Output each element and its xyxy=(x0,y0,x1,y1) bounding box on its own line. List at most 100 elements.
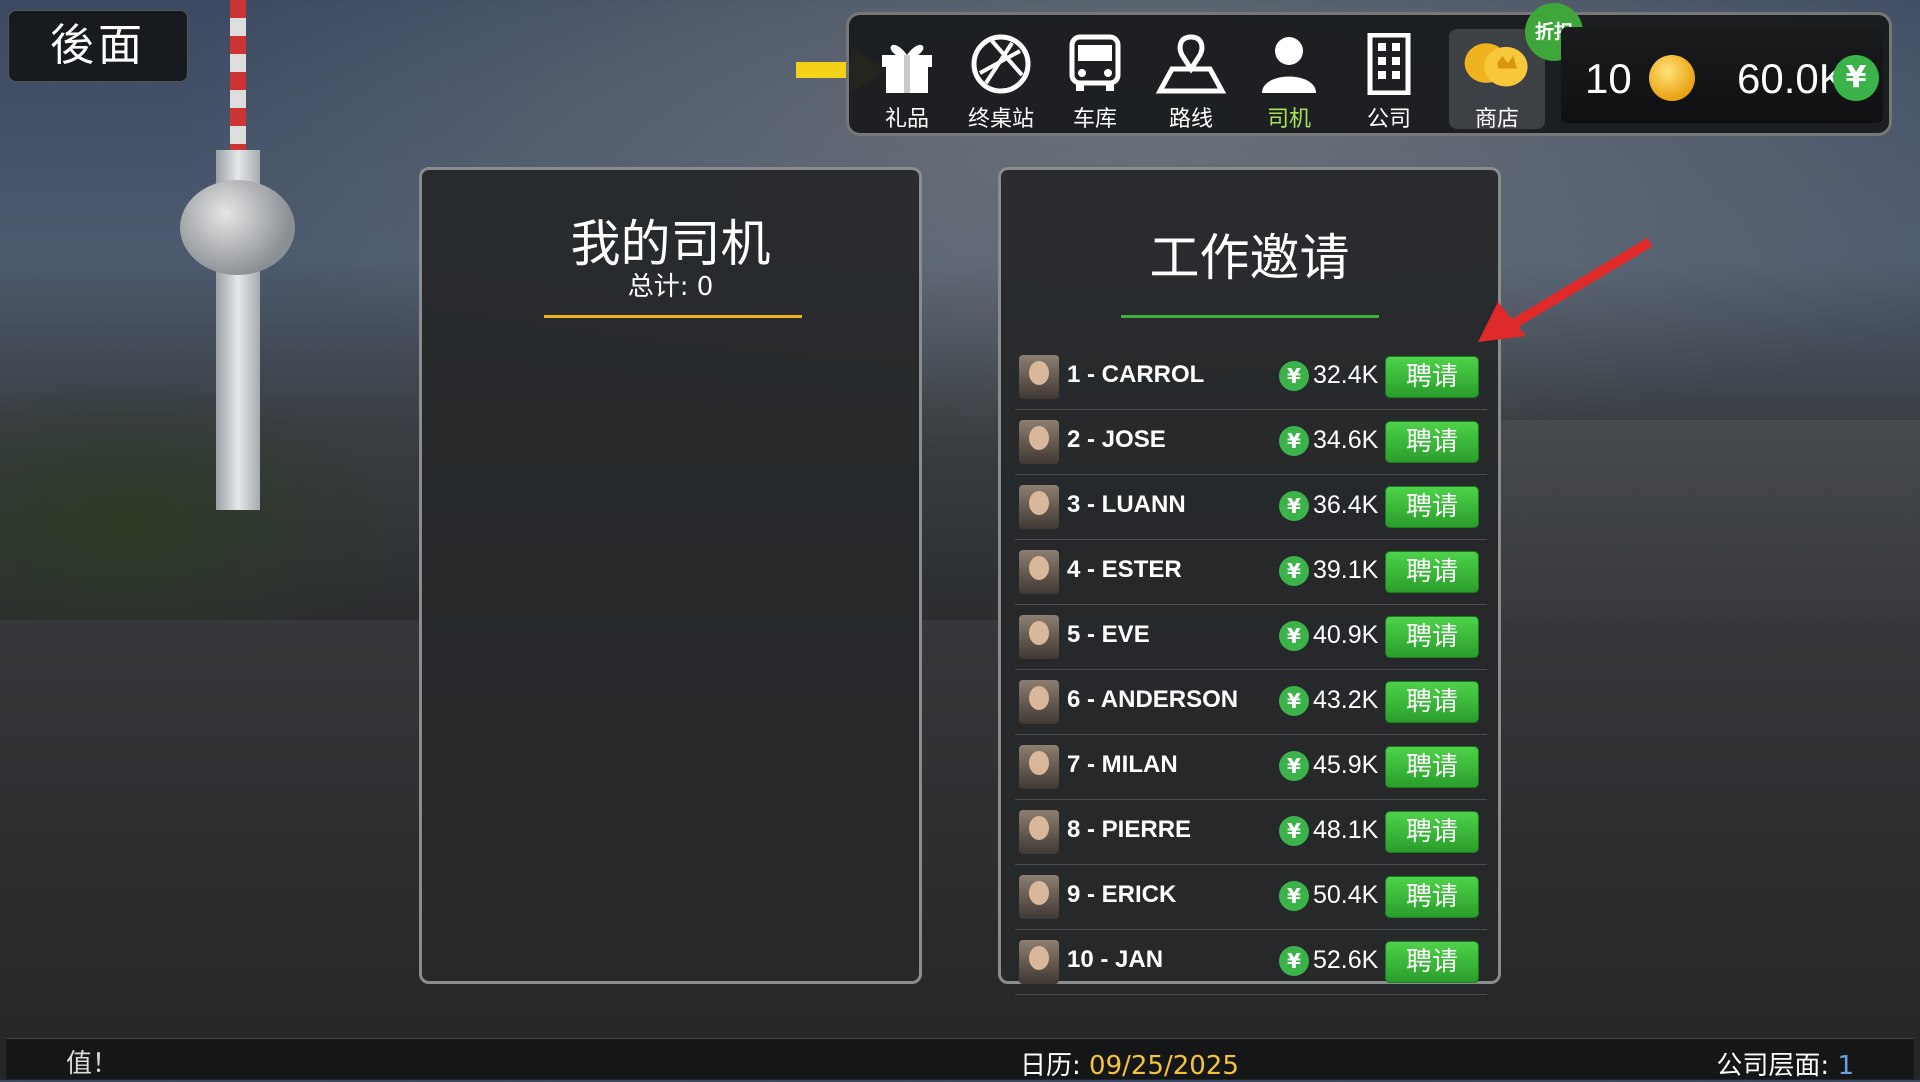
company-building-icon xyxy=(1353,29,1425,99)
yen-icon: ¥ xyxy=(1833,55,1879,101)
drivers-total: 总计: 0 xyxy=(627,272,714,302)
hire-button[interactable]: 聘请 xyxy=(1385,421,1479,463)
company-level-value: 1 xyxy=(1837,1051,1854,1081)
hire-button[interactable]: 聘请 xyxy=(1385,486,1479,528)
driver-salary: 43.2K xyxy=(1313,686,1379,714)
job-offer-row: 6 - ANDERSON ¥43.2K 聘请 xyxy=(1015,670,1487,735)
hire-button[interactable]: 聘请 xyxy=(1385,681,1479,723)
nav-label: 礼品 xyxy=(884,107,929,132)
gift-icon xyxy=(871,29,943,99)
currency-display: 10 60.0K ¥ xyxy=(1561,27,1883,123)
yen-icon: ¥ xyxy=(1279,621,1309,651)
driver-name: 5 - EVE xyxy=(1067,621,1150,648)
yen-icon: ¥ xyxy=(1279,361,1309,391)
job-offers-title: 工作邀请 xyxy=(1149,229,1350,287)
company-level-display: 公司层面: 1 xyxy=(1716,1045,1854,1082)
driver-name: 9 - ERICK xyxy=(1067,881,1177,908)
status-bar: 值！ 日历: 09/25/2025 公司层面: 1 xyxy=(6,1038,1914,1082)
hire-button[interactable]: 聘请 xyxy=(1385,941,1479,983)
driver-avatar xyxy=(1019,940,1059,984)
ground-background xyxy=(0,620,1920,1080)
hire-button[interactable]: 聘请 xyxy=(1385,876,1479,918)
nav-gift[interactable]: 礼品 xyxy=(861,29,953,137)
nav-label: 终桌站 xyxy=(967,107,1034,132)
job-offer-row: 2 - JOSE ¥34.6K 聘请 xyxy=(1015,410,1487,475)
panel-divider xyxy=(544,315,802,318)
money-balance: 60.0K xyxy=(1737,55,1847,102)
driver-avatar xyxy=(1019,875,1059,919)
back-button[interactable]: 後面 xyxy=(8,10,188,82)
driver-salary: 45.9K xyxy=(1313,751,1379,779)
driver-name: 4 - ESTER xyxy=(1067,556,1182,583)
hire-button[interactable]: 聘请 xyxy=(1385,356,1479,398)
hire-button[interactable]: 聘请 xyxy=(1385,811,1479,853)
nav-label: 车库 xyxy=(1072,107,1117,132)
driver-salary: 32.4K xyxy=(1313,361,1379,389)
job-offers-panel: 工作邀请 1 - CARROL ¥32.4K 聘请 2 - JOSE ¥34.6K 聘请 3… xyxy=(998,167,1501,995)
driver-name: 1 - CARROL xyxy=(1067,361,1205,388)
panel-divider xyxy=(1121,315,1379,318)
nav-drivers[interactable]: 司机 xyxy=(1243,29,1335,137)
nav-label: 商店 xyxy=(1474,107,1519,132)
driver-avatar xyxy=(1019,355,1059,399)
nav-label: 公司 xyxy=(1366,107,1411,132)
job-offer-row: 9 - ERICK ¥50.4K 聘请 xyxy=(1015,865,1487,930)
calendar-label: 日历: xyxy=(1020,1051,1090,1081)
nav-garage[interactable]: 车库 xyxy=(1049,29,1141,137)
driver-salary: 40.9K xyxy=(1313,621,1379,649)
nav-terminal[interactable]: 终桌站 xyxy=(955,29,1047,137)
yen-icon: ¥ xyxy=(1279,426,1309,456)
driver-avatar xyxy=(1019,680,1059,724)
bus-icon xyxy=(1059,29,1131,99)
job-offer-row: 3 - LUANN ¥36.4K 聘请 xyxy=(1015,475,1487,540)
driver-salary: 48.1K xyxy=(1313,816,1379,844)
yen-icon: ¥ xyxy=(1279,686,1309,716)
nav-label: 司机 xyxy=(1266,107,1311,132)
nav-company[interactable]: 公司 xyxy=(1343,29,1435,137)
driver-avatar xyxy=(1019,485,1059,529)
tv-tower-background xyxy=(180,0,295,560)
company-level-label: 公司层面: xyxy=(1716,1051,1838,1081)
nav-label: 路线 xyxy=(1168,107,1213,132)
driver-salary: 36.4K xyxy=(1313,491,1379,519)
coin-balance: 10 xyxy=(1585,55,1632,102)
hire-button[interactable]: 聘请 xyxy=(1385,551,1479,593)
job-offer-row: 10 - JAN ¥52.6K 聘请 xyxy=(1015,930,1487,995)
coins-icon xyxy=(1461,29,1533,99)
driver-salary: 50.4K xyxy=(1313,881,1379,909)
yen-icon: ¥ xyxy=(1279,881,1309,911)
trees-background xyxy=(0,380,420,620)
driver-name: 8 - PIERRE xyxy=(1067,816,1192,843)
hire-button[interactable]: 聘请 xyxy=(1385,616,1479,658)
job-offer-row: 1 - CARROL ¥32.4K 聘请 xyxy=(1015,345,1487,410)
calendar-date: 09/25/2025 xyxy=(1089,1051,1239,1081)
red-pointer-arrow-icon xyxy=(1478,237,1653,342)
driver-avatar xyxy=(1019,745,1059,789)
driver-salary: 52.6K xyxy=(1313,946,1379,974)
job-offer-row: 5 - EVE ¥40.9K 聘请 xyxy=(1015,605,1487,670)
yen-icon: ¥ xyxy=(1279,491,1309,521)
driver-icon xyxy=(1253,29,1325,99)
yen-icon: ¥ xyxy=(1279,816,1309,846)
driver-avatar xyxy=(1019,810,1059,854)
driver-name: 10 - JAN xyxy=(1067,946,1164,973)
yen-icon: ¥ xyxy=(1279,751,1309,781)
job-offer-row: 8 - PIERRE ¥48.1K 聘请 xyxy=(1015,800,1487,865)
terminal-globe-icon xyxy=(965,29,1037,99)
top-nav-bar: 礼品 终桌站 车库 路线 司机 公司 商店 折扣 10 60.0K ¥ xyxy=(846,3,1892,137)
status-message: 值！ xyxy=(66,1049,119,1079)
driver-salary: 34.6K xyxy=(1313,426,1379,454)
driver-name: 2 - JOSE xyxy=(1067,426,1166,453)
nav-routes[interactable]: 路线 xyxy=(1145,29,1237,137)
driver-salary: 39.1K xyxy=(1313,556,1379,584)
driver-avatar xyxy=(1019,615,1059,659)
driver-avatar xyxy=(1019,420,1059,464)
yen-icon: ¥ xyxy=(1279,946,1309,976)
driver-name: 6 - ANDERSON xyxy=(1067,686,1239,713)
job-offer-row: 7 - MILAN ¥45.9K 聘请 xyxy=(1015,735,1487,800)
driver-avatar xyxy=(1019,550,1059,594)
yen-icon: ¥ xyxy=(1279,556,1309,586)
driver-name: 3 - LUANN xyxy=(1067,491,1186,518)
driver-name: 7 - MILAN xyxy=(1067,751,1178,778)
hire-button[interactable]: 聘请 xyxy=(1385,746,1479,788)
